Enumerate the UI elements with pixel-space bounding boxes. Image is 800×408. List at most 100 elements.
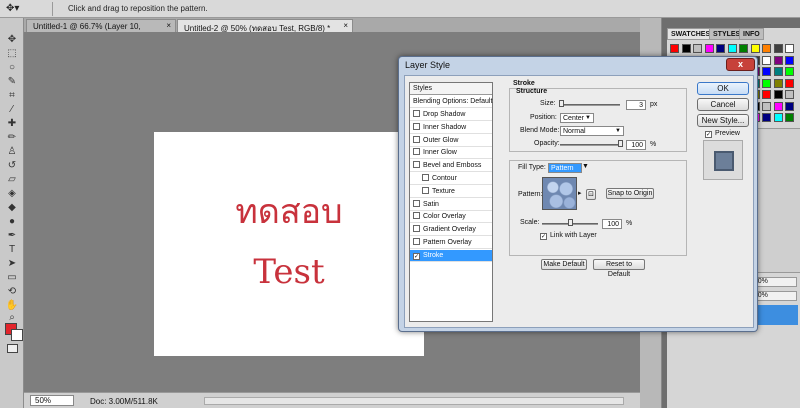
style-item-texture[interactable]: Texture (410, 186, 492, 198)
swatch-cell[interactable] (739, 44, 748, 53)
swatch-cell[interactable] (773, 44, 783, 53)
checkbox-icon[interactable] (422, 174, 429, 181)
swatch-cell[interactable] (762, 78, 771, 88)
swatch-cell[interactable] (762, 55, 771, 65)
eraser-tool-icon[interactable]: ▱ (4, 174, 20, 186)
swatch-cell[interactable] (773, 67, 783, 76)
brush-tool-icon[interactable]: ✏ (4, 132, 20, 144)
styles-header[interactable]: Styles (410, 83, 492, 95)
pattern-swatch[interactable] (542, 177, 577, 210)
swatch-cell[interactable] (773, 55, 783, 65)
checkbox-icon[interactable] (413, 238, 420, 245)
chevron-down-icon[interactable]: ▸ (578, 189, 582, 197)
marquee-tool-icon[interactable]: ⬚ (4, 48, 20, 60)
opacity-input[interactable]: 100 (626, 140, 646, 150)
3d-rotate-tool-icon[interactable]: ⟲ (4, 286, 20, 298)
style-item-gradient-overlay[interactable]: Gradient Overlay (410, 224, 492, 237)
close-button[interactable]: x (726, 58, 755, 71)
swatch-cell[interactable] (785, 78, 794, 88)
swatch-cell[interactable] (716, 44, 725, 53)
close-icon[interactable]: × (166, 21, 171, 30)
position-select[interactable]: Center ▼ (560, 113, 594, 123)
checkbox-icon[interactable] (413, 148, 420, 156)
link-with-layer-checkbox[interactable]: ✓ Link with Layer (540, 232, 597, 240)
swatch-cell[interactable] (762, 44, 771, 53)
swatch-cell[interactable] (704, 44, 714, 53)
swatch-cell[interactable] (762, 101, 771, 111)
swatch-cell[interactable] (670, 44, 679, 53)
eyedropper-tool-icon[interactable]: ⁄ (4, 104, 20, 116)
shape-tool-icon[interactable]: ▭ (4, 272, 20, 284)
swatch-cell[interactable] (727, 44, 737, 53)
blending-options-item[interactable]: Blending Options: Default (410, 96, 492, 108)
swatch-cell[interactable] (785, 113, 794, 122)
horizontal-scrollbar[interactable] (204, 397, 624, 405)
snap-to-origin-button[interactable]: Snap to Origin (606, 188, 654, 199)
hand-tool-icon[interactable]: ✋ (4, 300, 20, 312)
ok-button[interactable]: OK (697, 82, 749, 95)
quick-mask-icon[interactable] (7, 344, 18, 353)
swatch-cell[interactable] (750, 44, 760, 53)
swatch-cell[interactable] (681, 44, 691, 53)
tab-swatches[interactable]: SWATCHES (667, 28, 715, 40)
checkbox-icon[interactable] (413, 225, 420, 233)
blur-tool-icon[interactable]: ◆ (4, 202, 20, 214)
new-preset-icon[interactable]: ⊡ (586, 189, 596, 200)
swatch-cell[interactable] (773, 78, 783, 88)
swatch-cell[interactable] (785, 67, 794, 76)
path-select-tool-icon[interactable]: ➤ (4, 258, 20, 270)
size-slider-thumb[interactable] (559, 100, 564, 107)
fill-type-select[interactable]: Pattern (548, 163, 582, 173)
bucket-tool-icon[interactable]: ◈ (4, 188, 20, 200)
dodge-tool-icon[interactable]: ● (4, 216, 20, 228)
background-color-swatch[interactable] (11, 329, 23, 341)
size-slider[interactable] (560, 104, 620, 106)
style-item-color-overlay[interactable]: Color Overlay (410, 211, 492, 224)
new-style-button[interactable]: New Style... (697, 114, 749, 127)
stamp-tool-icon[interactable]: ♙ (4, 146, 20, 158)
checkbox-icon[interactable]: ✓ (413, 252, 420, 260)
style-item-outer-glow[interactable]: Outer Glow (410, 135, 492, 147)
checkbox-icon[interactable] (413, 135, 420, 143)
move-tool-icon[interactable]: ✥ (4, 34, 20, 46)
reset-to-default-button[interactable]: Reset to Default (593, 259, 645, 278)
style-item-inner-glow[interactable]: Inner Glow (410, 147, 492, 160)
cancel-button[interactable]: Cancel (697, 98, 749, 111)
checkbox-icon[interactable] (422, 186, 429, 194)
swatch-cell[interactable] (762, 90, 771, 99)
scale-input[interactable]: 100 (602, 219, 622, 229)
preview-checkbox[interactable]: ✓ Preview (705, 130, 740, 138)
healing-tool-icon[interactable]: ✚ (4, 118, 20, 130)
tab-untitled-2[interactable]: Untitled-2 @ 50% (ทดสอบ Test, RGB/8) * × (177, 19, 353, 33)
swatch-cell[interactable] (785, 44, 794, 53)
lasso-tool-icon[interactable]: ○ (4, 62, 20, 74)
history-brush-tool-icon[interactable]: ↺ (4, 160, 20, 172)
swatch-cell[interactable] (773, 101, 783, 111)
zoom-field[interactable]: 50% (30, 395, 74, 406)
checkbox-icon[interactable] (413, 110, 420, 117)
close-icon[interactable]: × (343, 21, 348, 30)
swatch-cell[interactable] (785, 90, 794, 99)
swatch-cell[interactable] (773, 113, 783, 122)
checkbox-icon[interactable] (413, 161, 420, 169)
style-item-pattern-overlay[interactable]: Pattern Overlay (410, 237, 492, 249)
style-item-inner-shadow[interactable]: Inner Shadow (410, 122, 492, 134)
swatch-cell[interactable] (693, 44, 702, 53)
swatch-cell[interactable] (773, 90, 783, 99)
swatch-cell[interactable] (785, 101, 794, 111)
style-item-drop-shadow[interactable]: Drop Shadow (410, 109, 492, 121)
swatch-cell[interactable] (762, 67, 771, 76)
size-input[interactable]: 3 (626, 100, 646, 110)
type-tool-icon[interactable]: T (4, 244, 20, 256)
pen-tool-icon[interactable]: ✒ (4, 230, 20, 242)
blend-mode-select[interactable]: Normal ▼ (560, 126, 624, 136)
style-item-contour[interactable]: Contour (410, 173, 492, 185)
document-canvas[interactable]: ทดสอบ Test (154, 132, 424, 356)
checkbox-icon[interactable] (413, 122, 420, 130)
style-item-bevel-and-emboss[interactable]: Bevel and Emboss (410, 160, 492, 173)
quick-select-tool-icon[interactable]: ✎ (4, 76, 20, 88)
swatch-cell[interactable] (785, 55, 794, 65)
checkbox-icon[interactable] (413, 212, 420, 220)
chevron-down-icon[interactable]: ▼ (582, 163, 589, 170)
opacity-slider-thumb[interactable] (618, 140, 623, 147)
